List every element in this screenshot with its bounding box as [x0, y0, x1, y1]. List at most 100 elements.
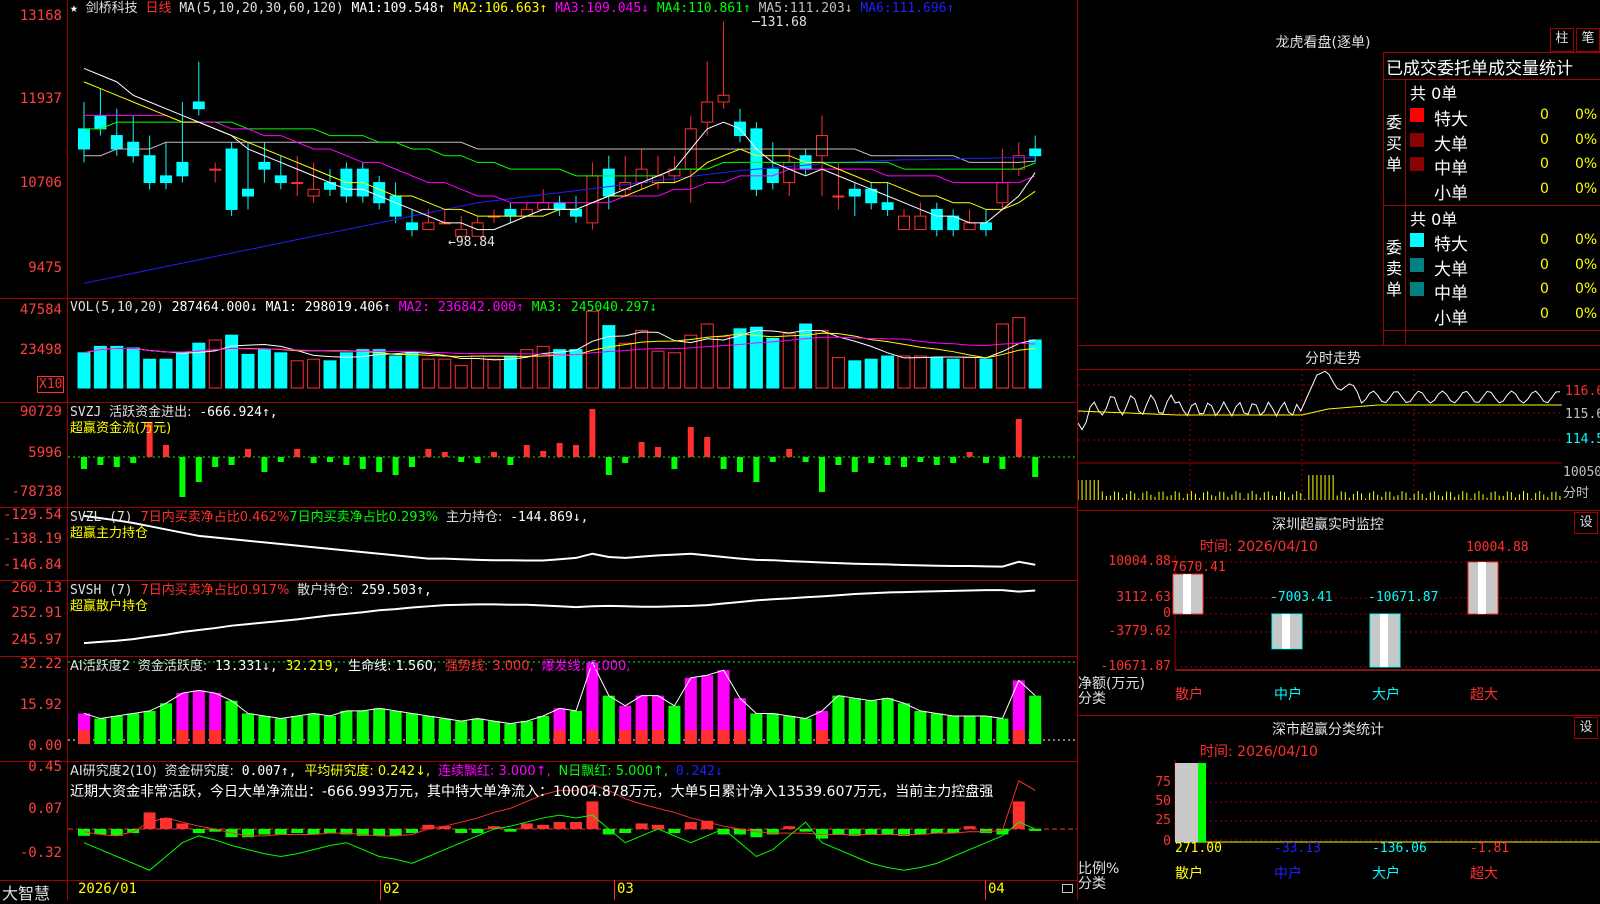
flow-bar	[589, 409, 596, 457]
legend-swatch	[1410, 157, 1424, 171]
volume-bar	[503, 355, 517, 389]
svzj-panel[interactable]: SVZJ 活跃资金进出: -666.924↑, 超赢资金流(万元) 90729 …	[0, 402, 1077, 507]
active-bar-base	[406, 730, 418, 744]
intraday-panel[interactable]: 分时走势 116.6 115.6 114.5 10050 分时	[1078, 345, 1600, 510]
volume-panel[interactable]: VOL(5,10,20) 287464.000↓ MA1: 298019.406…	[0, 298, 1077, 402]
active-bar-base	[242, 730, 254, 744]
ai-active-panel[interactable]: AI活跃度2 资金活跃度: 13.331↓, 32.219, 生命线: 1.56…	[0, 656, 1077, 761]
ma1-value: 109.548↑	[382, 1, 446, 16]
flow-bar	[327, 457, 333, 462]
candle-body	[1029, 148, 1042, 157]
svzl-p1: 7日内买卖净占比0.462%	[140, 510, 290, 525]
intraday-chart-svg[interactable]	[1078, 345, 1600, 510]
monitor-category: 中户	[1274, 687, 1302, 703]
candle-body	[914, 215, 927, 231]
research-bar	[258, 828, 271, 835]
row-percent: 0%	[1575, 281, 1598, 297]
active-bar-base	[799, 730, 812, 744]
volume-bar	[175, 352, 189, 389]
price-y-label: 10706	[19, 175, 62, 191]
research-bar	[1012, 801, 1025, 829]
lock-icon[interactable]	[1062, 884, 1073, 893]
research-bar	[324, 828, 336, 834]
row-value: 0	[1540, 107, 1549, 123]
ai-research-y-label: 0.45	[28, 759, 62, 775]
research-bar	[504, 828, 517, 832]
longhu-title: 龙虎看盘(逐单)	[1275, 35, 1371, 51]
flow-bar	[343, 457, 350, 465]
sell-total: 共 0单	[1410, 210, 1458, 229]
row-value: 0	[1540, 131, 1549, 148]
flow-bar	[622, 457, 629, 463]
candle-body	[389, 195, 402, 217]
flow-bar	[671, 457, 678, 469]
flow-bar	[113, 457, 120, 467]
research-bar	[570, 822, 582, 829]
ai-research-panel[interactable]: AI研究度2(10) 资金研究度: 0.007↑, 平均研究度: 0.242↓,…	[0, 759, 1077, 880]
ai-active-y-label: 32.22	[19, 656, 62, 672]
candle-body	[324, 182, 336, 190]
ai-research-header: AI研究度2(10) 资金研究度: 0.007↑, 平均研究度: 0.242↓,…	[70, 764, 723, 779]
date-tick: 03	[617, 881, 634, 897]
candle-body	[504, 208, 517, 217]
research-bar	[832, 828, 845, 835]
bar-mode-button[interactable]: 柱	[1550, 28, 1574, 52]
vol-params: VOL(5,10,20)	[70, 300, 164, 315]
svzl-panel[interactable]: SVZL (7) 7日内买卖净占比0.462%7日内买卖净占比0.293% 主力…	[0, 507, 1077, 580]
tick-mode-button[interactable]: 笔	[1576, 28, 1600, 52]
active-bar-base	[356, 730, 369, 744]
ma3-label: MA3:	[555, 1, 587, 16]
active-bar-base	[160, 730, 172, 744]
flow-bar	[983, 457, 989, 463]
flow-bar	[409, 457, 415, 467]
legend-swatch	[1410, 282, 1424, 296]
candle-body	[930, 208, 943, 231]
active-bar-base	[471, 730, 484, 744]
research-bar	[520, 823, 533, 829]
flow-bar	[802, 457, 809, 462]
price-panel[interactable]: ★ 剑桥科技 日线 MA(5,10,20,30,60,120) MA1:109.…	[0, 0, 1077, 298]
vol-y-label: 23498	[19, 342, 62, 358]
candle-body	[848, 188, 861, 197]
flow-bar	[261, 457, 268, 472]
class-value-label: -136.06	[1372, 841, 1427, 856]
row-label: 小单	[1434, 183, 1468, 204]
ai-research-red: 连续飘红: 3.000↑,	[437, 764, 551, 779]
monitor-value-label: -10671.87	[1368, 590, 1439, 605]
active-bar-base	[324, 730, 336, 744]
candle-body	[373, 182, 386, 204]
longhu-row-buy: 特大 0 0%	[1410, 105, 1600, 130]
favorite-star-icon[interactable]: ★	[70, 1, 78, 16]
volume-bar	[159, 358, 173, 389]
svsh-value: 259.503↑,	[361, 583, 432, 598]
vol-unit-label: X10	[37, 376, 65, 393]
class-category: 中户	[1274, 866, 1302, 882]
vol-y-label: 47584	[19, 302, 62, 318]
flow-bar	[933, 457, 940, 465]
candle-body	[750, 128, 763, 190]
svsh-panel[interactable]: SVSH (7) 7日内买卖净占比0.917% 散户持仓: 259.503↑, …	[0, 580, 1077, 656]
chart-area[interactable]: ★ 剑桥科技 日线 MA(5,10,20,30,60,120) MA1:109.…	[0, 0, 1077, 903]
volume-bar	[831, 357, 845, 389]
row-value: 0	[1540, 232, 1549, 248]
candle-body	[176, 161, 189, 177]
price-header: ★ 剑桥科技 日线 MA(5,10,20,30,60,120) MA1:109.…	[70, 1, 954, 16]
svzj-header: SVZJ 活跃资金进出: -666.924↑,	[70, 405, 278, 420]
ai-active-y-label: 0.00	[28, 738, 62, 754]
candle-body	[881, 202, 894, 210]
active-bar-base	[586, 730, 599, 744]
volume-bar	[520, 349, 534, 389]
research-bar	[192, 828, 205, 834]
candle-body	[520, 208, 533, 217]
ma-params: MA(5,10,20,30,60,120)	[179, 1, 344, 16]
volume-bar	[339, 352, 353, 389]
active-bar-base	[684, 730, 697, 744]
price-chart-svg[interactable]	[0, 0, 1077, 298]
active-bar-base	[996, 730, 1009, 744]
flow-bar	[753, 457, 760, 482]
legend-swatch	[1410, 306, 1424, 321]
flow-bar	[901, 457, 907, 467]
candle-body	[143, 155, 156, 184]
volume-bar	[635, 329, 649, 389]
period-label[interactable]: 日线	[146, 1, 172, 16]
